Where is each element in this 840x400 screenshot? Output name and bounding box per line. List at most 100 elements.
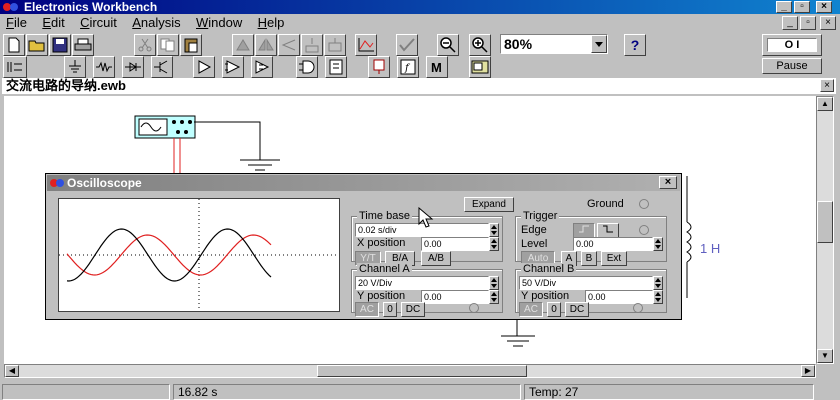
- mixed-ics-bin-button[interactable]: [222, 56, 244, 78]
- timebase-spinner[interactable]: [489, 223, 499, 237]
- parts-bin-toggle-button[interactable]: [3, 56, 27, 78]
- ext-trigger-terminal[interactable]: [639, 225, 649, 235]
- diodes-bin-button[interactable]: [122, 56, 144, 78]
- channel-b-ac-button[interactable]: AC: [519, 302, 543, 317]
- trigger-level-value[interactable]: 0.00: [573, 237, 653, 251]
- zoom-select[interactable]: 80%: [500, 34, 608, 54]
- sources-bin-button[interactable]: [64, 56, 86, 78]
- cut-button[interactable]: [134, 34, 156, 56]
- floppy-disk-icon: [52, 37, 68, 53]
- graph-button[interactable]: [355, 34, 377, 56]
- menu-window[interactable]: Window: [190, 14, 248, 32]
- maximize-button[interactable]: ▫: [794, 1, 810, 13]
- and-gate-icon: [299, 60, 315, 74]
- doc-minimize-button[interactable]: _: [782, 16, 798, 30]
- indicators-bin-button[interactable]: [368, 56, 390, 78]
- oscilloscope-title-bar[interactable]: Oscilloscope ×: [47, 175, 680, 191]
- analog-ics-bin-button[interactable]: [193, 56, 215, 78]
- power-switch[interactable]: O I: [762, 34, 822, 56]
- channel-b-ypos-value[interactable]: 0.00: [585, 290, 653, 304]
- paste-button[interactable]: [180, 34, 202, 56]
- channel-a-ac-button[interactable]: AC: [355, 302, 379, 317]
- controls-bin-button[interactable]: f: [397, 56, 419, 78]
- oscilloscope-screen: [58, 198, 340, 312]
- zoom-in-button[interactable]: [469, 34, 491, 56]
- printer-icon: [74, 38, 92, 51]
- instruments-bin-button[interactable]: [469, 56, 491, 78]
- horizontal-scroll-thumb[interactable]: [317, 365, 527, 377]
- flip-horizontal-button[interactable]: [255, 34, 277, 56]
- menu-analysis[interactable]: Analysis: [126, 14, 186, 32]
- zoom-out-button[interactable]: [437, 34, 459, 56]
- channel-a-ypos-value[interactable]: 0.00: [421, 290, 489, 304]
- vertical-scrollbar[interactable]: ▲ ▼: [816, 96, 834, 364]
- close-button[interactable]: ×: [816, 1, 832, 13]
- inductor-symbol: [686, 221, 692, 298]
- x-position-spinner[interactable]: [489, 237, 499, 251]
- expand-button[interactable]: Expand: [464, 197, 514, 212]
- miscellaneous-bin-button[interactable]: M: [426, 56, 448, 78]
- logic-gates-bin-button[interactable]: [296, 56, 318, 78]
- spinner-arrows-icon: [655, 278, 661, 288]
- transistors-bin-button[interactable]: [151, 56, 173, 78]
- menu-help[interactable]: Help: [252, 14, 291, 32]
- print-button[interactable]: [72, 34, 94, 56]
- doc-close-button[interactable]: ×: [820, 16, 836, 30]
- vertical-scroll-thumb[interactable]: [817, 201, 833, 243]
- ground-terminal[interactable]: [639, 199, 649, 209]
- pause-button[interactable]: Pause: [762, 58, 822, 74]
- status-message: [2, 384, 170, 400]
- doc-restore-button[interactable]: ▫: [800, 16, 816, 30]
- mode-ab-button[interactable]: A/B: [421, 251, 451, 266]
- oscilloscope-instrument-icon[interactable]: [134, 115, 196, 139]
- flip-vertical-button[interactable]: [278, 34, 300, 56]
- oscilloscope-close-button[interactable]: ×: [659, 176, 677, 189]
- description-button[interactable]: [396, 34, 418, 56]
- resistor-icon: [96, 61, 112, 73]
- document-close-button[interactable]: ×: [820, 79, 834, 92]
- channel-a-dc-button[interactable]: DC: [401, 302, 425, 317]
- channel-a-scale-value[interactable]: 20 V/Div: [355, 276, 489, 290]
- channel-a-zero-button[interactable]: 0: [383, 302, 397, 317]
- rotate-button[interactable]: [232, 34, 254, 56]
- scroll-left-button[interactable]: ◀: [5, 365, 19, 377]
- help-button[interactable]: ?: [624, 34, 646, 56]
- digital-ics-bin-button[interactable]: [251, 56, 273, 78]
- channel-b-scale-spinner[interactable]: [653, 276, 663, 290]
- scroll-up-button[interactable]: ▲: [817, 97, 833, 111]
- horizontal-scrollbar[interactable]: ◀ ▶: [4, 364, 816, 378]
- trigger-level-spinner[interactable]: [653, 237, 663, 251]
- channel-b-ypos-spinner[interactable]: [653, 290, 663, 304]
- power-switch-label: O I: [767, 38, 817, 52]
- zoom-dropdown-button[interactable]: [591, 35, 607, 53]
- channel-a-ypos-spinner[interactable]: [489, 290, 499, 304]
- channel-b-zero-button[interactable]: 0: [547, 302, 561, 317]
- channel-a-terminal[interactable]: [469, 303, 479, 313]
- create-subcircuit-button[interactable]: [324, 34, 346, 56]
- menu-edit[interactable]: Edit: [36, 14, 70, 32]
- copy-button[interactable]: [157, 34, 179, 56]
- channel-b-scale-value[interactable]: 50 V/Div: [519, 276, 653, 290]
- save-button[interactable]: [49, 34, 71, 56]
- trigger-ext-button[interactable]: Ext: [601, 251, 627, 266]
- channel-a-scale-spinner[interactable]: [489, 276, 499, 290]
- spinner-arrows-icon: [491, 239, 497, 249]
- new-file-button[interactable]: [3, 34, 25, 56]
- open-file-button[interactable]: [26, 34, 48, 56]
- menu-file[interactable]: File: [0, 14, 33, 32]
- x-position-value[interactable]: 0.00: [421, 237, 489, 251]
- zoom-in-icon: [472, 37, 488, 53]
- channel-b-dc-button[interactable]: DC: [565, 302, 589, 317]
- minimize-button[interactable]: _: [776, 1, 792, 13]
- channel-b-terminal[interactable]: [633, 303, 643, 313]
- scroll-down-button[interactable]: ▼: [817, 349, 833, 363]
- menu-circuit[interactable]: Circuit: [74, 14, 123, 32]
- trigger-b-button[interactable]: B: [581, 251, 597, 266]
- component-properties-button[interactable]: [301, 34, 323, 56]
- opamp-icon: [198, 60, 212, 74]
- basic-bin-button[interactable]: [93, 56, 115, 78]
- scroll-right-button[interactable]: ▶: [801, 365, 815, 377]
- falling-edge-button[interactable]: [597, 223, 619, 238]
- digital-bin-button[interactable]: [325, 56, 347, 78]
- rising-edge-button[interactable]: [573, 223, 595, 238]
